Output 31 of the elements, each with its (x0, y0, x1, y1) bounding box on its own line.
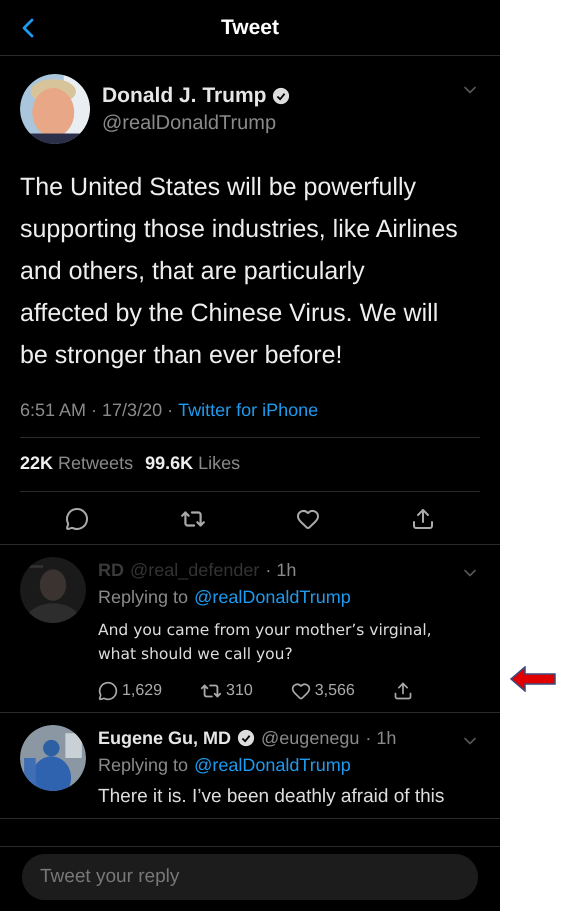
tweet-text: The United States will be powerfully supporting those industries, like Airlines and others, that are particularly affected by the Chinese Virus. We will be stronger than ever before! (20, 172, 459, 371)
like-icon[interactable] (290, 681, 311, 701)
source-link[interactable]: Twitter for iPhone (178, 400, 318, 421)
like-count: 99.6K (145, 453, 194, 474)
likes-label[interactable]: Likes (198, 453, 240, 474)
reply-age: · 1h (365, 728, 396, 748)
mention-link[interactable]: @realDonaldTrump (194, 755, 351, 776)
tweet-timestamp: 6:51 AM · 17/3/20 · (20, 400, 174, 421)
reply-author-handle: @eugenegu (261, 728, 360, 748)
page-title: Tweet (221, 16, 279, 40)
reply-author-name: RD (98, 560, 124, 580)
retweet-count: 22K (20, 453, 54, 474)
replying-label: Replying to (98, 587, 188, 608)
retweets-label[interactable]: Retweets (58, 453, 134, 474)
mention-link[interactable]: @realDonaldTrump (194, 587, 351, 608)
reply-input-field[interactable]: Tweet your reply (22, 854, 478, 900)
reply-age: · 1h (265, 560, 296, 580)
reply-text: There it is. I’ve been deathly afraid of this (98, 786, 446, 808)
share-icon[interactable] (410, 506, 435, 532)
reply-icon[interactable] (65, 506, 90, 532)
like-count-button[interactable]: 3,566 (290, 680, 355, 702)
replying-label: Replying to (98, 755, 188, 776)
share-icon[interactable] (392, 680, 413, 702)
reply-count-button[interactable]: 1,629 (98, 680, 162, 702)
reply-icon[interactable] (98, 681, 118, 701)
left-arrow-icon (510, 666, 556, 692)
author-name: Donald J. Trump (102, 84, 267, 108)
reply-author-name: Eugene Gu, MD (98, 728, 232, 748)
reply-text: And you came from your mother’s virginal, what should we call you? (98, 620, 433, 665)
retweet-count-button[interactable]: 310 (200, 680, 253, 702)
author-handle: @realDonaldTrump (102, 112, 278, 134)
